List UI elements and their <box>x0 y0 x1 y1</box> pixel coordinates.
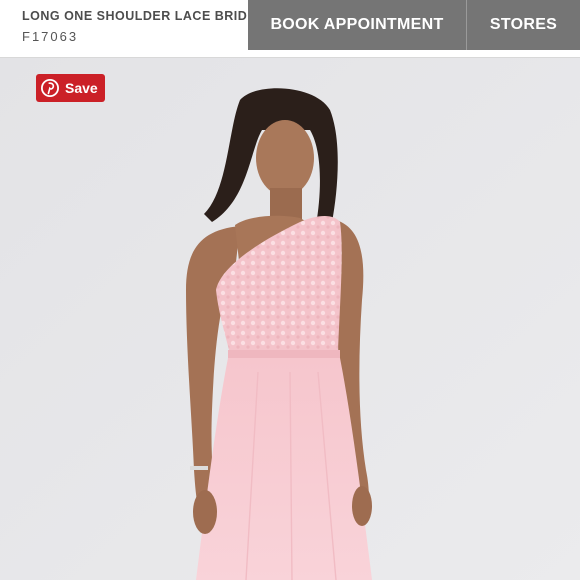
pinterest-save-label: Save <box>65 80 98 96</box>
face <box>256 120 314 196</box>
product-title: LONG ONE SHOULDER LACE BRIDE <box>22 9 248 23</box>
pinterest-icon <box>40 78 60 98</box>
left-hand <box>193 490 217 534</box>
dress-waistband <box>228 350 340 358</box>
top-bar: LONG ONE SHOULDER LACE BRIDE F17063 BOOK… <box>0 0 580 58</box>
pinterest-save-button[interactable]: Save <box>36 74 105 102</box>
bracelet <box>190 466 208 470</box>
book-appointment-button[interactable]: BOOK APPOINTMENT <box>248 0 466 50</box>
neck <box>270 188 302 220</box>
product-sku: F17063 <box>22 29 79 44</box>
dress-skirt <box>196 358 372 580</box>
stores-button[interactable]: STORES <box>467 0 580 50</box>
right-hand <box>352 486 372 526</box>
product-photo <box>0 58 580 580</box>
